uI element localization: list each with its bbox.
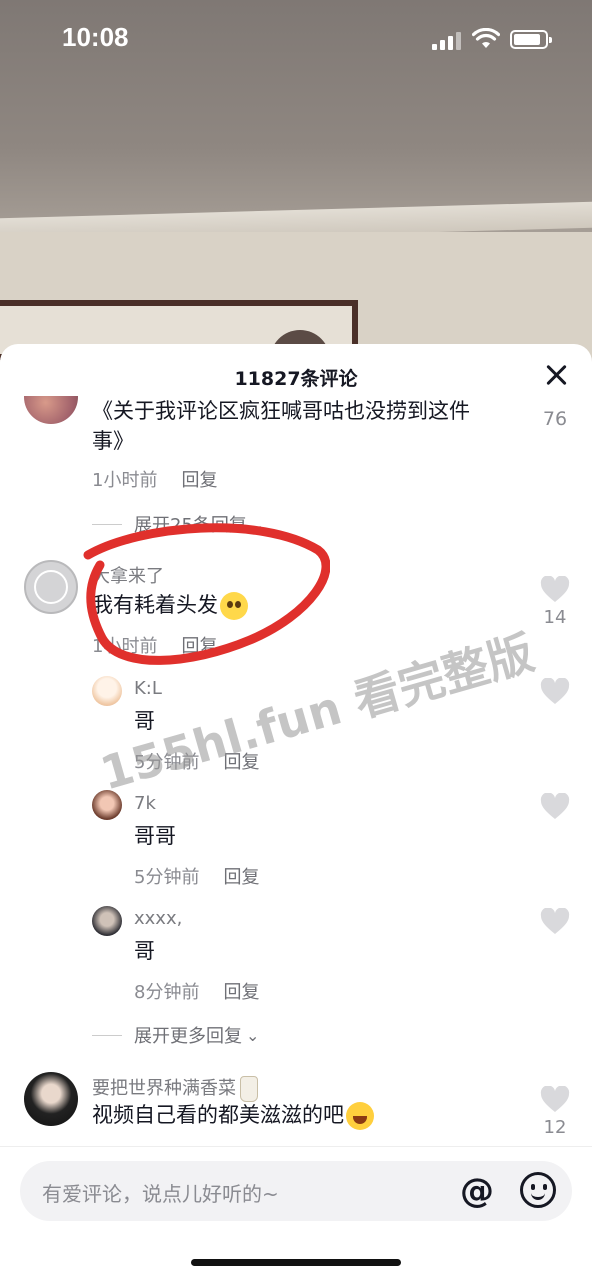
heart-icon xyxy=(540,576,570,602)
reply-username[interactable]: 7k xyxy=(134,793,156,814)
avatar[interactable] xyxy=(92,906,122,936)
reply-text: 哥 xyxy=(134,939,155,963)
status-bar: 10:08 xyxy=(0,0,592,80)
reply-username[interactable]: K:L xyxy=(134,678,162,699)
comment-input[interactable]: 有爱评论，说点儿好听的~ @ xyxy=(20,1161,572,1221)
comment-time: 1小时前 xyxy=(92,636,158,657)
emoji-icon[interactable] xyxy=(520,1172,556,1208)
comment-time: 1小时前 xyxy=(92,470,158,491)
comment-count-title: 11827条评论 xyxy=(234,368,358,390)
expand-replies-label: 展开25条回复 xyxy=(134,515,247,536)
comment-meta: 1小时前 回复 xyxy=(92,466,217,492)
like-button[interactable]: 14 xyxy=(540,576,570,628)
reply-meta: 5分钟前 回复 xyxy=(134,863,259,889)
chevron-down-icon: ⌄ xyxy=(246,1025,260,1045)
expand-replies-button[interactable]: 展开25条回复 ⌄ xyxy=(92,511,264,537)
like-button[interactable] xyxy=(540,793,570,820)
avatar[interactable] xyxy=(24,1072,78,1126)
like-button[interactable] xyxy=(540,908,570,935)
reply-button[interactable]: 回复 xyxy=(181,636,217,657)
expand-more-replies-button[interactable]: 展开更多回复 ⌄ xyxy=(92,1022,259,1048)
reply-button[interactable]: 回复 xyxy=(181,470,217,491)
avatar[interactable] xyxy=(92,676,122,706)
like-count: 14 xyxy=(543,607,567,628)
at-mention-icon[interactable]: @ xyxy=(458,1172,496,1210)
cellular-signal-icon xyxy=(432,32,462,50)
reply-button[interactable]: 回复 xyxy=(223,982,259,1003)
reply-username[interactable]: xxxx, xyxy=(134,908,182,929)
reply-meta: 8分钟前 回复 xyxy=(134,978,259,1004)
avatar[interactable] xyxy=(24,560,78,614)
comment-list[interactable]: 《关于我评论区疯狂喊哥咕也没捞到这件 事》 76 1小时前 回复 展开25条回复 … xyxy=(0,396,592,1146)
like-button[interactable]: 76 xyxy=(540,408,570,430)
like-count: 12 xyxy=(543,1117,567,1138)
comment-username[interactable]: 大拿来了 xyxy=(92,562,164,588)
heart-icon xyxy=(540,678,570,704)
divider xyxy=(92,1034,122,1036)
status-time: 10:08 xyxy=(62,22,129,52)
input-placeholder: 有爱评论，说点儿好听的~ xyxy=(42,1182,279,1206)
heart-icon xyxy=(540,908,570,934)
expand-replies-label: 展开更多回复 xyxy=(134,1026,242,1047)
like-button[interactable] xyxy=(540,678,570,705)
chevron-down-icon: ⌄ xyxy=(250,514,265,534)
laughing-emoji-icon xyxy=(346,1102,374,1130)
reply-time: 5分钟前 xyxy=(134,867,200,888)
comment-text: 《关于我评论区疯狂喊哥咕也没捞到这件 事》 xyxy=(92,399,470,453)
close-icon[interactable] xyxy=(544,362,570,388)
wifi-icon xyxy=(472,28,500,48)
like-button[interactable]: 12 xyxy=(540,1086,570,1138)
home-indicator[interactable] xyxy=(191,1259,401,1266)
divider xyxy=(92,523,122,525)
comment-meta: 1小时前 回复 xyxy=(92,632,217,658)
comment-username[interactable]: 要把世界种满香菜 xyxy=(92,1074,258,1102)
baby-bottle-emoji-icon xyxy=(240,1076,258,1102)
heart-icon xyxy=(540,1086,570,1112)
like-count: 76 xyxy=(542,408,568,430)
comment-text: 我有耗着头发 xyxy=(92,590,248,620)
reply-button[interactable]: 回复 xyxy=(223,867,259,888)
comment-sheet: 11827条评论 《关于我评论区疯狂喊哥咕也没捞到这件 事》 76 1小时前 回复… xyxy=(0,344,592,1280)
pleading-face-emoji-icon xyxy=(220,592,248,620)
reply-text: 哥哥 xyxy=(134,824,176,848)
avatar[interactable] xyxy=(24,396,78,424)
comment-text: 视频自己看的都美滋滋的吧 xyxy=(92,1100,374,1130)
heart-icon xyxy=(540,793,570,819)
battery-icon xyxy=(510,30,552,49)
reply-time: 8分钟前 xyxy=(134,982,200,1003)
